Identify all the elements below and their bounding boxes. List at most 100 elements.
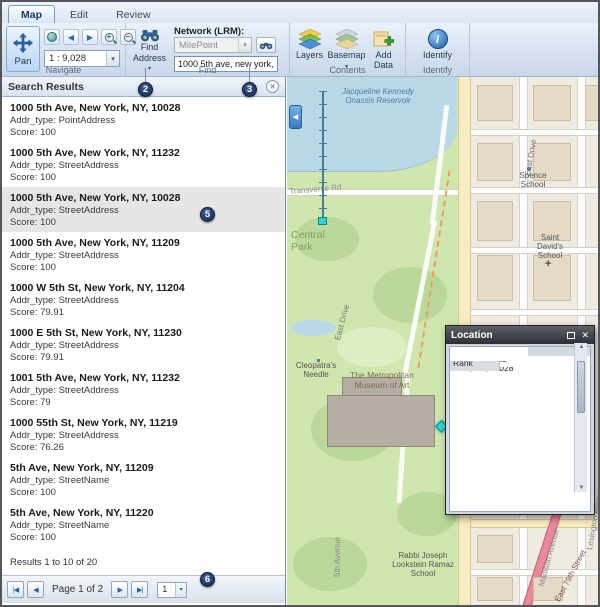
scrollbar-thumb[interactable] (577, 361, 585, 413)
location-popup-titlebar[interactable]: Location ✕ (446, 326, 594, 344)
results-list: 1000 5th Ave, New York, NY, 10028 Addr_t… (2, 97, 285, 555)
map-canvas[interactable]: + Jacqueline Kennedy Onassis Reservoir T… (287, 77, 600, 607)
map-label-rabbi-school: Rabbi Joseph Lookstein Ramaz School (385, 551, 461, 579)
building (533, 255, 571, 301)
scale-value: 1 : 9,028 (45, 53, 106, 64)
next-extent-button[interactable]: ▶ (82, 29, 98, 45)
maximize-icon[interactable] (567, 332, 575, 339)
building (477, 201, 513, 241)
location-popup: Location ✕ Field Value Loc_name USA.Stre… (445, 325, 595, 515)
result-addr-type: Addr_type: StreetAddress (10, 340, 277, 352)
close-icon[interactable]: ✕ (581, 330, 589, 341)
popup-scrollbar[interactable]: ▲ ▼ (574, 343, 587, 492)
result-score: Score: 79.91 (10, 307, 277, 319)
value-cell (450, 355, 528, 361)
chevron-down-icon: ▾ (238, 38, 251, 52)
add-data-icon (372, 29, 396, 49)
result-item-5[interactable]: 1000 W 5th St, New York, NY, 11204 Addr_… (2, 277, 285, 322)
scroll-up-icon[interactable]: ▲ (577, 344, 586, 350)
identify-label: Identify (423, 51, 452, 61)
result-item-8[interactable]: 1000 55th St, New York, NY, 11219 Addr_t… (2, 412, 285, 457)
group-navigate: Pan ◀ ▶ + − 1 : 9,028 ▾ Navigate (2, 23, 126, 76)
location-table: Field Value Loc_name USA.StreetAddress S… (449, 346, 591, 512)
close-icon[interactable]: ✕ (266, 80, 279, 93)
identify-icon: i (428, 29, 448, 49)
basemap-label: Basemap (327, 51, 365, 61)
previous-page-button[interactable]: ◀ (27, 581, 44, 598)
result-addr-type: Addr_type: StreetAddress (10, 205, 277, 217)
popup-title: Location (451, 330, 567, 341)
network-dropdown[interactable]: MilePoint ▾ (174, 37, 252, 53)
layers-icon (298, 29, 322, 49)
ribbon-body: Pan ◀ ▶ + − 1 : 9,028 ▾ Navigate (2, 23, 598, 76)
result-item-9[interactable]: 5th Ave, New York, NY, 11209 Addr_type: … (2, 457, 285, 502)
tab-review[interactable]: Review (103, 5, 163, 23)
last-page-button[interactable]: ▶| (131, 581, 148, 598)
network-lrm-label: Network (LRM): (174, 26, 244, 37)
zoom-in-button[interactable]: + (101, 29, 117, 45)
result-score: Score: 79 (10, 397, 277, 409)
result-item-7[interactable]: 1001 5th Ave, New York, NY, 11232 Addr_t… (2, 367, 285, 412)
tab-edit[interactable]: Edit (57, 5, 101, 23)
result-score: Score: 100 (10, 127, 277, 139)
table-row: Rank (450, 355, 590, 356)
previous-extent-button[interactable]: ◀ (63, 29, 79, 45)
page-select[interactable]: 1 ▾ (157, 582, 187, 598)
building (477, 143, 513, 181)
scroll-down-icon[interactable]: ▼ (577, 485, 586, 491)
result-score: Score: 76.26 (10, 442, 277, 454)
building (477, 535, 513, 563)
zoom-slider-handle[interactable] (318, 217, 327, 225)
building (477, 255, 513, 301)
result-address: 1000 W 5th St, New York, NY, 11204 (10, 282, 277, 295)
map-label-fifth-avenue: 5th Avenue (333, 537, 342, 577)
result-addr-type: Addr_type: StreetName (10, 520, 277, 532)
callout-badge-3: 3 (242, 82, 257, 97)
ribbon: Map Edit Review Pan ◀ ▶ + − 1 : 9,028 (2, 2, 598, 77)
result-address: 1000 5th Ave, New York, NY, 10028 (10, 192, 277, 205)
result-address: 5th Ave, New York, NY, 11209 (10, 462, 277, 475)
result-addr-type: Addr_type: PointAddress (10, 115, 277, 127)
result-score: Score: 100 (10, 217, 277, 229)
result-address: 1000 5th Ave, New York, NY, 10028 (10, 102, 277, 115)
map-label-saint-davids: Saint David's School (527, 233, 573, 261)
result-addr-type: Addr_type: StreetAddress (10, 160, 277, 172)
result-addr-type: Addr_type: StreetName (10, 475, 277, 487)
find-address-label-1: Find (141, 43, 159, 53)
first-page-button[interactable]: |◀ (7, 581, 24, 598)
result-item-3-selected[interactable]: 1000 5th Ave, New York, NY, 10028 Addr_t… (2, 187, 285, 232)
chevron-down-icon[interactable]: ▾ (106, 51, 119, 66)
callout-badge-5: 5 (200, 207, 215, 222)
result-address: 1000 55th St, New York, NY, 11219 (10, 417, 277, 430)
collapse-panel-button[interactable]: ◀ (289, 105, 302, 129)
result-item-1[interactable]: 1000 5th Ave, New York, NY, 10028 Addr_t… (2, 97, 285, 142)
page-label: Page 1 of 2 (52, 584, 103, 595)
result-item-10[interactable]: 5th Ave, New York, NY, 11220 Addr_type: … (2, 502, 285, 547)
met-museum-building (327, 395, 435, 447)
result-address: 1000 5th Ave, New York, NY, 11209 (10, 237, 277, 250)
zoom-in-icon: + (105, 33, 114, 42)
result-item-6[interactable]: 1000 E 5th St, New York, NY, 11230 Addr_… (2, 322, 285, 367)
group-label-identify: Identify (406, 65, 469, 75)
callout-line-2 (145, 68, 146, 82)
result-item-4[interactable]: 1000 5th Ave, New York, NY, 11209 Addr_t… (2, 232, 285, 277)
result-addr-type: Addr_type: StreetAddress (10, 385, 277, 397)
panel-title: Search Results (8, 81, 266, 93)
zoom-slider[interactable] (317, 91, 329, 225)
binoculars-icon (140, 29, 160, 42)
next-page-button[interactable]: ▶ (111, 581, 128, 598)
full-extent-button[interactable] (44, 29, 60, 45)
east-79th-road (471, 519, 600, 528)
result-score: Score: 79.91 (10, 352, 277, 364)
results-summary: Results 1 to 10 of 20 (10, 557, 97, 568)
search-address-button[interactable] (256, 37, 276, 53)
building (477, 577, 513, 601)
pan-icon (12, 32, 34, 54)
result-item-2[interactable]: 1000 5th Ave, New York, NY, 11232 Addr_t… (2, 142, 285, 187)
map-label-met-museum: The Metropolitan Museum of Art (335, 371, 429, 391)
tab-map[interactable]: Map (8, 5, 55, 23)
group-label-navigate: Navigate (2, 65, 125, 75)
chevron-down-icon: ▾ (175, 583, 186, 597)
layers-label: Layers (296, 51, 323, 61)
building (533, 85, 571, 121)
